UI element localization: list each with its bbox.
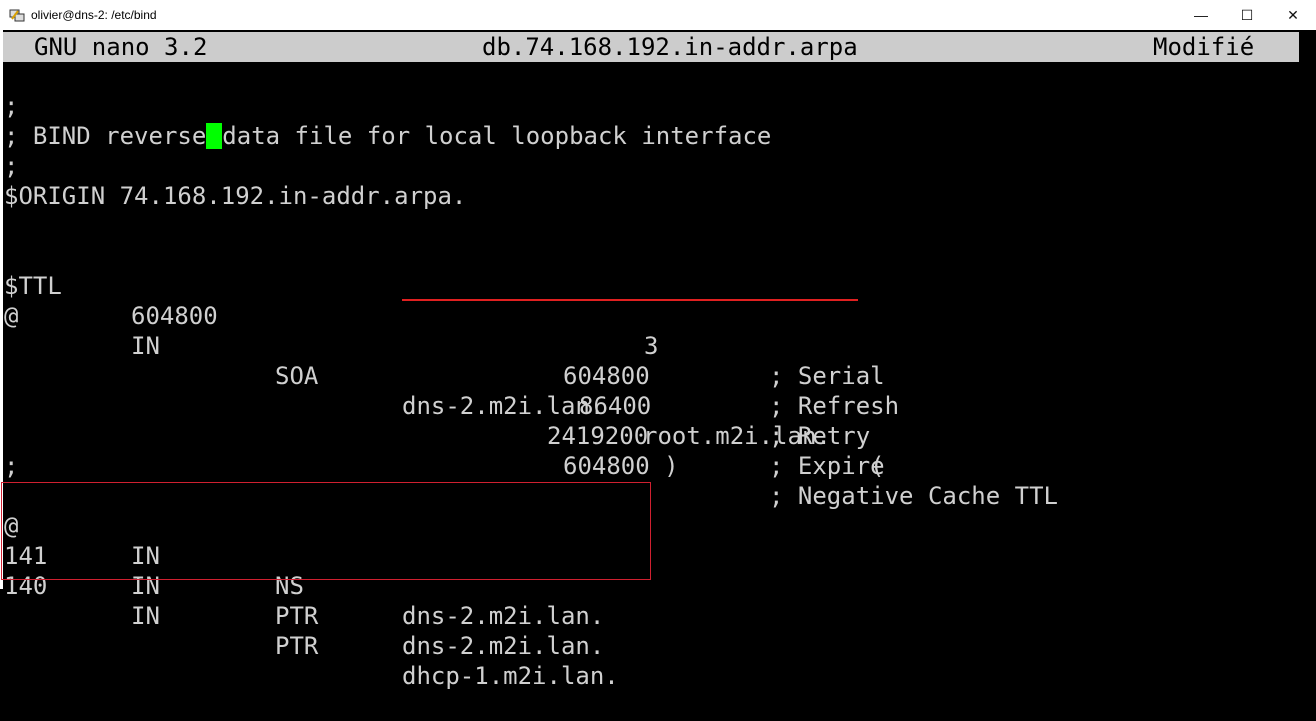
record-type: PTR: [275, 602, 319, 630]
negttl-value: 604800 ): [563, 452, 679, 480]
nano-status: Modifié: [1153, 33, 1255, 61]
nano-version: GNU nano 3.2: [34, 33, 208, 61]
record-type: PTR: [275, 632, 319, 660]
origin-line: $ORIGIN 74.168.192.in-addr.arpa.: [4, 182, 467, 210]
record-data: dns-2.m2i.lan.: [402, 602, 605, 630]
window-title: olivier@dns-2: /etc/bind: [31, 8, 157, 22]
ttl-line: $TTL 604800: [4, 241, 304, 330]
comment-line: ;: [4, 92, 19, 120]
comment-line-bind: ; BIND reverse data file for local loopba…: [4, 121, 771, 151]
minimize-button[interactable]: —: [1178, 0, 1224, 30]
window-titlebar[interactable]: olivier@dns-2: /etc/bind — ☐ ✕: [0, 0, 1316, 30]
scrollbar[interactable]: [1299, 30, 1316, 589]
soa-expire-line: 2419200 ; Expire: [4, 391, 1104, 480]
text-cursor: [206, 123, 223, 149]
putty-icon: [9, 9, 25, 22]
highlight-box: [1, 482, 651, 580]
nano-filename: db.74.168.192.in-addr.arpa: [482, 33, 858, 61]
soa-refresh-line: 604800 ; Refresh: [4, 331, 1104, 420]
comment-line: ;: [4, 152, 19, 180]
record-data: dhcp-1.m2i.lan.: [402, 662, 619, 690]
maximize-button[interactable]: ☐: [1224, 0, 1270, 30]
soa-negttl-line: 604800 ) ; Negative Cache TTL: [4, 421, 1104, 510]
comment-text-rest: data file for local loopback interface: [222, 122, 772, 150]
record-data: dns-2.m2i.lan.: [402, 632, 605, 660]
comment-text: ; BIND reverse: [4, 122, 207, 150]
soa-serial-line: 3 ; Serial: [4, 301, 1104, 390]
soa-line: @ IN SOA dns-2.m2i.lan. root.m2i.lan. (: [4, 271, 904, 480]
close-button[interactable]: ✕: [1270, 0, 1316, 30]
nano-header: GNU nano 3.2 db.74.168.192.in-addr.arpa …: [3, 32, 1299, 62]
soa-retry-line: 86400 ; Retry: [4, 361, 1104, 450]
comment-line: ;: [4, 452, 19, 480]
negttl-comment: ; Negative Cache TTL: [769, 482, 1058, 510]
terminal-area[interactable]: GNU nano 3.2 db.74.168.192.in-addr.arpa …: [0, 30, 1316, 690]
record-class: IN: [131, 602, 160, 630]
expire-comment: ; Expire: [769, 452, 885, 480]
